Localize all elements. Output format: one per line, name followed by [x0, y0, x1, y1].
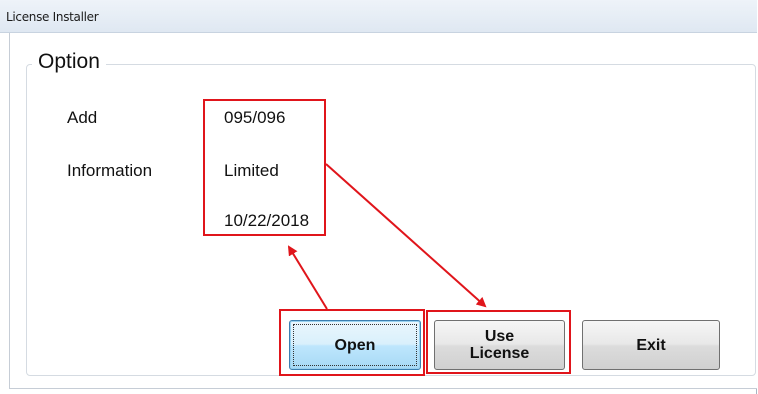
license-installer-window: License Installer Option Add Information… [0, 0, 757, 394]
values-to-use-license-arrow [325, 163, 487, 308]
open-to-values-arrow [287, 245, 328, 310]
annotation-arrows [287, 163, 487, 310]
